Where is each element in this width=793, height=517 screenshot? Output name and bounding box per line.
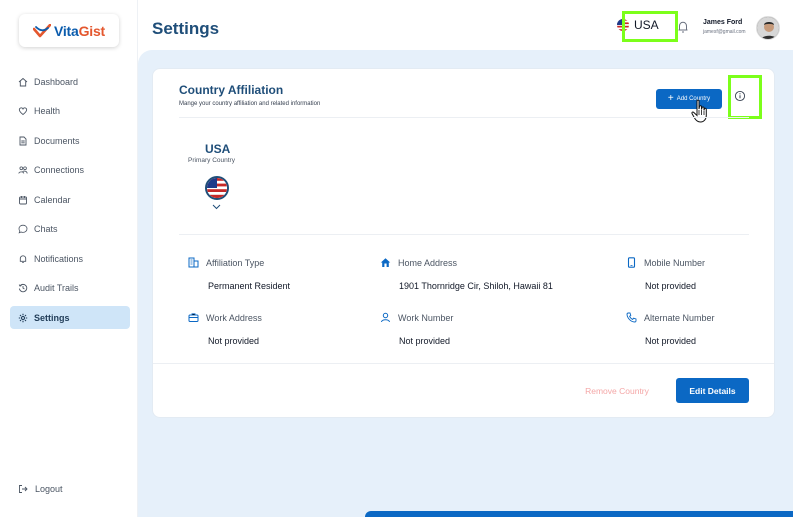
alternate-number-value: Not provided (645, 336, 697, 346)
user-name: James Ford (703, 19, 743, 26)
sidebar-nav: Dashboard Health Documents Connections C… (10, 70, 130, 336)
sidebar-item-connections[interactable]: Connections (10, 159, 130, 182)
sidebar-item-label: Settings (34, 312, 70, 323)
logout-label: Logout (35, 484, 63, 494)
highlight-box-info (728, 75, 762, 119)
sidebar-item-label: Health (34, 106, 61, 116)
sidebar-item-label: Calendar (34, 194, 71, 205)
phone-icon (627, 257, 636, 268)
sidebar-item-label: Dashboard (34, 76, 79, 87)
alternate-number-label: Alternate Number (626, 312, 715, 323)
logout-icon (19, 485, 28, 493)
app-logo[interactable]: VitaGist (19, 14, 119, 47)
sidebar-item-label: Chats (34, 224, 58, 234)
home-icon (18, 77, 28, 86)
country-flag-button[interactable] (205, 176, 229, 200)
logo-text-gist: Gist (78, 22, 106, 39)
card-subtitle: Mange your country affiliation and relat… (179, 101, 321, 107)
document-icon (19, 136, 27, 145)
add-country-button[interactable]: + Add Country (656, 89, 722, 109)
bottom-accent-bar (365, 511, 793, 517)
notification-bell-icon[interactable] (677, 20, 689, 34)
hand-cursor-icon (691, 99, 707, 123)
sidebar-item-label: Connections (34, 165, 85, 175)
sidebar-item-audit-trails[interactable]: Audit Trails (10, 277, 130, 300)
work-number-value: Not provided (399, 336, 451, 346)
history-icon (18, 283, 28, 293)
gear-icon (18, 313, 28, 322)
work-address-value: Not provided (208, 336, 260, 346)
country-affiliation-card: Country Affiliation Mange your country a… (152, 68, 775, 418)
plus-icon: + (667, 93, 674, 104)
footer-divider (153, 363, 774, 364)
edit-details-button[interactable]: Edit Details (676, 378, 749, 403)
sidebar-item-notifications[interactable]: Notifications (10, 247, 130, 270)
mobile-number-label: Mobile Number (626, 257, 705, 268)
sidebar: VitaGist Dashboard Health Documents Conn… (0, 0, 138, 517)
sidebar-item-label: Documents (34, 135, 80, 146)
building-icon (188, 257, 199, 268)
sidebar-item-documents[interactable]: Documents (10, 129, 130, 152)
vitagist-logo-icon (32, 23, 51, 37)
country-name: USA (205, 142, 231, 156)
chat-icon (18, 224, 28, 234)
briefcase-icon (188, 313, 199, 322)
work-address-label-text: Work Address (206, 312, 262, 323)
work-address-label: Work Address (188, 312, 262, 323)
country-role: Primary Country (188, 157, 235, 164)
header-divider (179, 117, 749, 118)
calendar-icon (19, 195, 27, 204)
card-title: Country Affiliation (179, 83, 284, 97)
affiliation-type-value: Permanent Resident (208, 281, 291, 291)
avatar-image (757, 17, 779, 39)
chevron-down-icon[interactable] (212, 204, 221, 210)
work-number-label-text: Work Number (398, 312, 454, 323)
bell-icon (19, 254, 27, 263)
sidebar-item-chats[interactable]: Chats (10, 218, 130, 241)
highlight-box-country (622, 11, 678, 42)
sidebar-item-calendar[interactable]: Calendar (10, 188, 130, 211)
home-address-label: Home Address (380, 257, 457, 268)
sidebar-item-settings[interactable]: Settings (10, 306, 130, 329)
alternate-number-label-text: Alternate Number (644, 312, 715, 323)
sidebar-item-label: Audit Trails (34, 283, 79, 293)
mobile-number-value: Not provided (645, 281, 697, 291)
logout-button[interactable]: Logout (18, 484, 63, 494)
section-divider (179, 234, 749, 235)
work-number-label: Work Number (380, 312, 453, 323)
call-icon (626, 312, 637, 323)
house-icon (380, 258, 391, 267)
heart-icon (18, 107, 28, 116)
user-email: jamesf@gmail.com (703, 29, 746, 35)
user-icon (381, 312, 390, 323)
avatar[interactable] (756, 16, 780, 40)
sidebar-item-dashboard[interactable]: Dashboard (10, 70, 130, 93)
home-address-value: 1901 Thornridge Cir, Shiloh, Hawaii 81 (399, 281, 553, 291)
people-icon (18, 166, 28, 174)
mobile-number-label-text: Mobile Number (644, 257, 706, 268)
affiliation-type-label-text: Affiliation Type (206, 257, 265, 268)
sidebar-item-label: Notifications (34, 253, 84, 264)
sidebar-item-health[interactable]: Health (10, 100, 130, 123)
home-address-label-text: Home Address (398, 257, 458, 268)
logo-text-vita: Vita (53, 22, 79, 39)
page-title: Settings (152, 19, 220, 38)
affiliation-type-label: Affiliation Type (188, 257, 264, 268)
remove-country-button[interactable]: Remove Country (573, 379, 661, 403)
us-flag-icon (207, 178, 227, 198)
